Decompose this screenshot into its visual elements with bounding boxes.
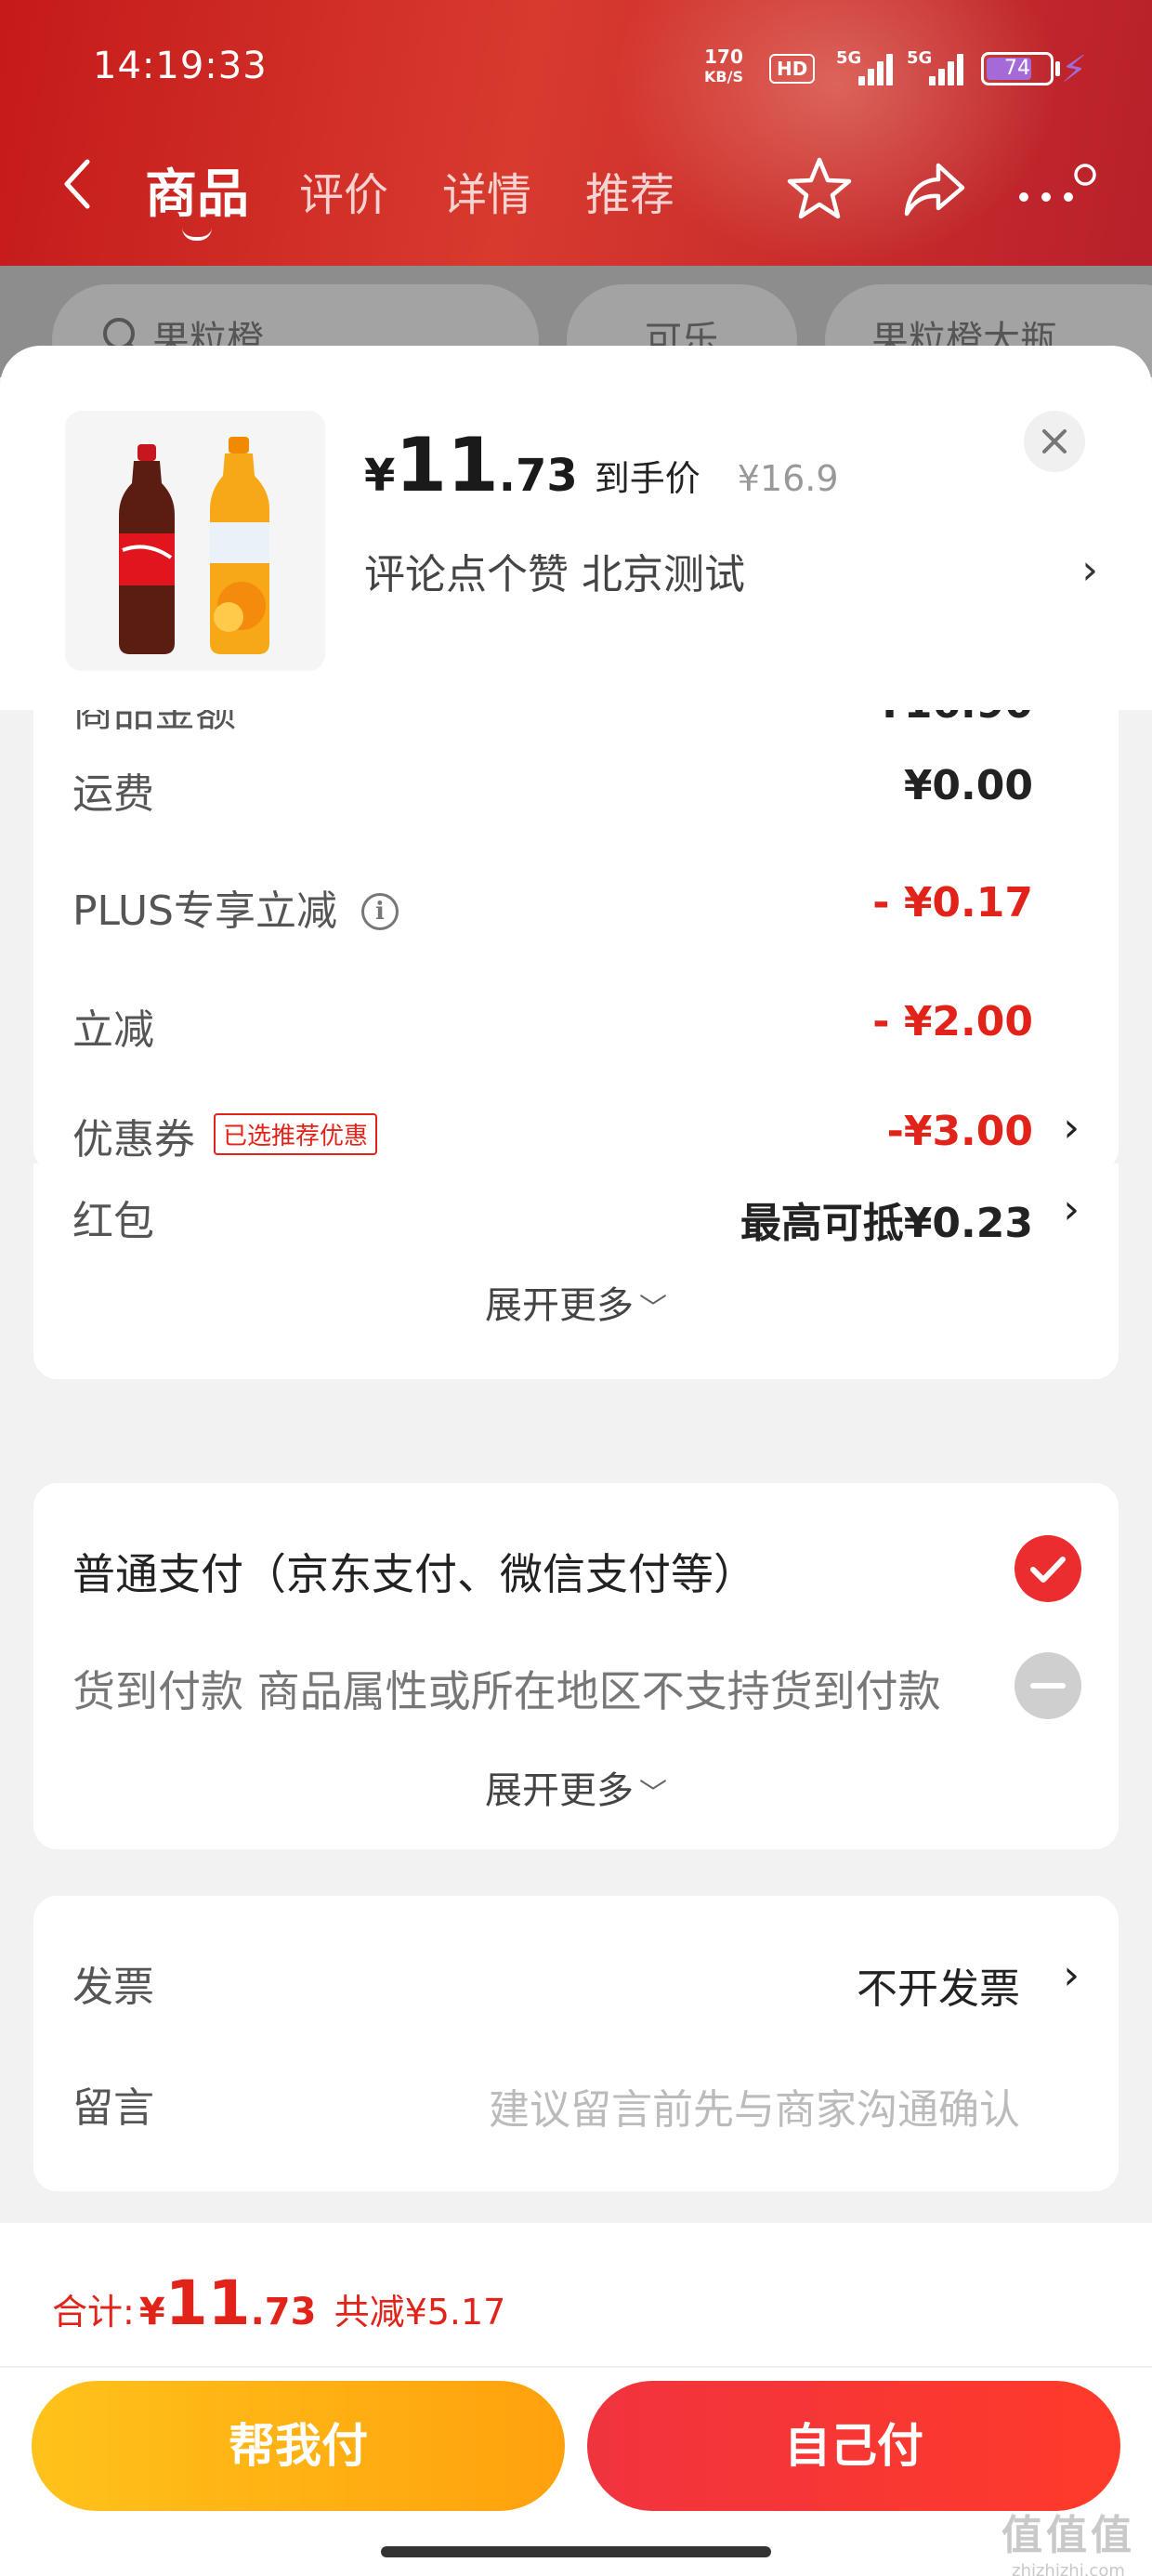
instant-discount-label: 立减 xyxy=(72,1006,154,1054)
top-header: 14:19:33 170 KB/S HD 5G 5G 74 ⚡ 商品 评价 详情… xyxy=(0,0,1152,266)
ask-friend-pay-button[interactable]: 帮我付 xyxy=(32,2381,565,2511)
price-breakdown-card: 商品金额 ¥16.90 运费 ¥0.00 PLUS专享立减 i - ¥0.17 立… xyxy=(33,710,1119,1173)
expand-more-text: 展开更多 xyxy=(485,1769,634,1812)
price-integer: 11 xyxy=(395,422,499,508)
coupon-value: -¥3.00 xyxy=(886,1108,1033,1155)
breakdown-row-goods-amount: 商品金额 ¥16.90 xyxy=(72,710,1080,743)
message-input[interactable]: 建议留言前先与商家沟通确认 xyxy=(489,2076,1020,2136)
battery-icon: 74 xyxy=(981,52,1054,85)
tab-details[interactable]: 详情 xyxy=(442,158,531,223)
info-icon[interactable]: i xyxy=(361,893,399,930)
close-button[interactable] xyxy=(1024,411,1085,472)
product-summary-header: ¥11.73 到手价 ¥16.9 评论点个赞 北京测试 › xyxy=(0,346,1152,710)
chevron-down-icon: ﹀ xyxy=(639,1293,667,1325)
breakdown-row-coupon[interactable]: 优惠券 已选推荐优惠 -¥3.00 › xyxy=(72,1097,1080,1171)
invoice-message-card: 发票 不开发票 › 留言 建议留言前先与商家沟通确认 xyxy=(33,1896,1119,2191)
status-bar: 14:19:33 170 KB/S HD 5G 5G 74 ⚡ xyxy=(0,0,1152,139)
battery-level: 74 xyxy=(1004,57,1030,80)
back-icon[interactable] xyxy=(59,156,97,212)
tab-product[interactable]: 商品 xyxy=(145,152,249,241)
breakdown-row-red-packet[interactable]: 红包 最高可抵¥0.23 › xyxy=(72,1178,1080,1253)
tab-recommend[interactable]: 推荐 xyxy=(585,158,674,223)
total-decimal: .73 xyxy=(250,2291,317,2333)
invoice-label: 发票 xyxy=(72,1964,154,2011)
message-row[interactable]: 留言 建议留言前先与商家沟通确认 xyxy=(72,2065,1080,2139)
product-spec-text: 评论点个赞 北京测试 xyxy=(364,551,745,598)
price-decimal: .73 xyxy=(498,450,578,502)
message-label: 留言 xyxy=(72,2084,154,2132)
total-symbol: ¥ xyxy=(138,2291,165,2333)
plus-discount-value: - ¥0.17 xyxy=(872,879,1033,927)
close-icon xyxy=(1042,429,1067,453)
chevron-right-icon: › xyxy=(1081,546,1098,594)
instant-discount-value: - ¥2.00 xyxy=(872,998,1033,1045)
signal-label: 5G xyxy=(836,48,862,68)
product-spec-selector[interactable]: 评论点个赞 北京测试 › xyxy=(364,541,1098,606)
expand-more-text: 展开更多 xyxy=(485,1284,634,1327)
breakdown-row-shipping: 运费 ¥0.00 xyxy=(72,751,1080,825)
expand-more-link[interactable]: 展开更多 ﹀ xyxy=(33,1275,1119,1329)
total-saved: 共减¥5.17 xyxy=(334,2292,506,2333)
price-symbol: ¥ xyxy=(364,450,396,502)
payment-option-cod: 货到付款 商品属性或所在地区不支持货到付款 xyxy=(72,1643,1081,1727)
radio-disabled-icon xyxy=(1015,1652,1081,1719)
signal-icon: 5G xyxy=(836,48,894,85)
signal-icon-2: 5G xyxy=(907,48,964,85)
breakdown-row-plus: PLUS专享立减 i - ¥0.17 xyxy=(72,868,1080,942)
coupon-badge: 已选推荐优惠 xyxy=(214,1113,378,1155)
network-speed: 170 KB/S xyxy=(704,46,743,87)
payment-option-online[interactable]: 普通支付（京东支付、微信支付等） xyxy=(72,1526,1081,1610)
status-time: 14:19:33 xyxy=(93,45,268,87)
chevron-right-icon: › xyxy=(1063,1186,1080,1233)
battery-cap xyxy=(1055,61,1060,76)
payment-method-card: 普通支付（京东支付、微信支付等） 货到付款 商品属性或所在地区不支持货到付款 展… xyxy=(33,1483,1119,1849)
watermark-logo: 值值值 xyxy=(1001,2512,1135,2559)
home-indicator[interactable] xyxy=(381,2546,771,2557)
invoice-value: 不开发票 xyxy=(857,1965,1020,2013)
radio-checked-icon[interactable] xyxy=(1015,1535,1081,1602)
price-line: ¥11.73 到手价 ¥16.9 xyxy=(364,422,839,508)
goods-amount-label: 商品金额 xyxy=(72,710,236,736)
red-packet-value: 最高可抵¥0.23 xyxy=(740,1200,1033,1247)
chevron-right-icon: › xyxy=(1063,1104,1080,1151)
total-integer: 11 xyxy=(164,2267,251,2339)
shipping-value: ¥0.00 xyxy=(903,762,1033,809)
more-icon[interactable] xyxy=(1013,152,1096,227)
watermark-url: zhizhizhi.com xyxy=(1012,2561,1125,2576)
price-breakdown-card-bottom: 红包 最高可抵¥0.23 › 展开更多 ﹀ xyxy=(33,1163,1119,1379)
original-price: ¥16.9 xyxy=(737,458,839,499)
coupon-label: 优惠券 xyxy=(72,1116,195,1163)
total-amount: 合计: ¥11.73 共减¥5.17 xyxy=(52,2267,505,2339)
plus-discount-label: PLUS专享立减 xyxy=(72,887,337,935)
total-label: 合计: xyxy=(52,2292,135,2333)
watermark: 值值值 zhizhizhi.com xyxy=(1001,2502,1135,2576)
network-speed-value: 170 xyxy=(704,46,743,68)
shipping-label: 运费 xyxy=(72,770,154,818)
invoice-row[interactable]: 发票 不开发票 › xyxy=(72,1944,1080,2018)
final-price-label: 到手价 xyxy=(594,458,700,499)
signal-label-2: 5G xyxy=(907,48,933,68)
share-icon[interactable] xyxy=(897,152,972,227)
breakdown-row-instant-discount: 立减 - ¥2.00 xyxy=(72,987,1080,1061)
expand-more-link[interactable]: 展开更多 ﹀ xyxy=(33,1760,1119,1814)
payment-option-label: 货到付款 商品属性或所在地区不支持货到付款 xyxy=(72,1666,941,1716)
payment-option-label: 普通支付（京东支付、微信支付等） xyxy=(72,1549,756,1599)
checkout-footer: 合计: ¥11.73 共减¥5.17 帮我付 自己付 值值值 zhizhizhi… xyxy=(0,2223,1152,2576)
chevron-down-icon: ﹀ xyxy=(639,1778,667,1810)
goods-amount-value: ¥16.90 xyxy=(875,710,1033,728)
footer-divider xyxy=(0,2366,1152,2368)
hd-icon: HD xyxy=(769,54,816,84)
chevron-right-icon: › xyxy=(1063,1952,1080,1999)
product-thumbnail xyxy=(65,411,325,671)
favorite-star-icon[interactable] xyxy=(782,152,857,227)
tab-reviews[interactable]: 评价 xyxy=(299,158,388,223)
network-speed-unit: KB/S xyxy=(704,68,743,85)
red-packet-label: 红包 xyxy=(72,1198,154,1245)
product-nav: 商品 评价 详情 推荐 xyxy=(0,139,1152,242)
pay-self-button[interactable]: 自己付 xyxy=(587,2381,1120,2511)
charging-icon: ⚡ xyxy=(1061,48,1088,91)
